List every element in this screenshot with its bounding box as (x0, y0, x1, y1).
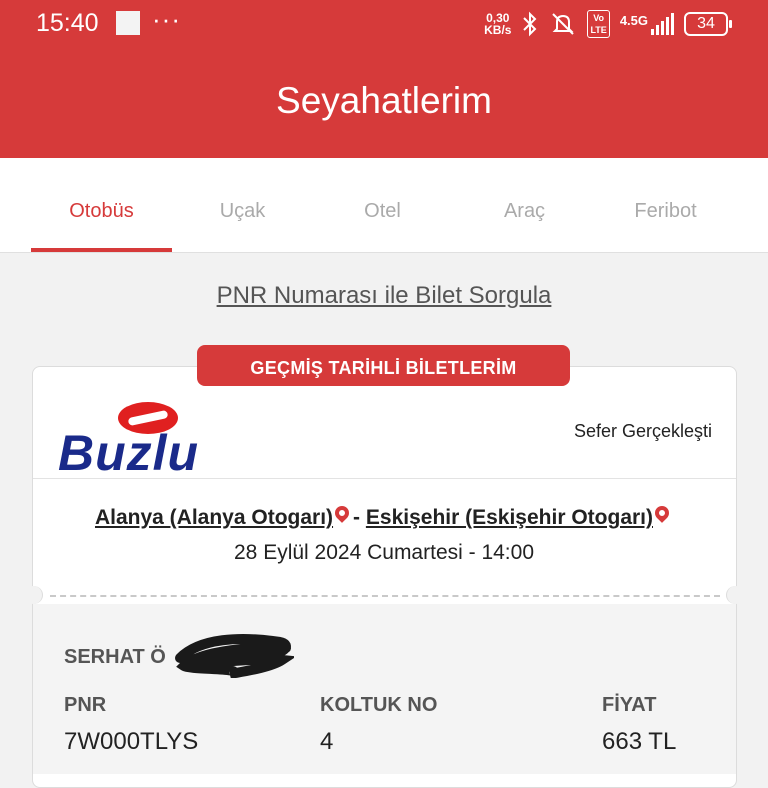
tab-ucak[interactable]: Uçak (172, 158, 313, 252)
past-tickets-badge: GEÇMİŞ TARİHLİ BİLETLERİM (197, 345, 570, 386)
ticket-notch-left (24, 586, 43, 604)
network-speed-unit: KB/s (484, 23, 512, 37)
volte-bottom: LTE (590, 25, 607, 35)
tab-arac[interactable]: Araç (454, 158, 595, 252)
company-logo-text: Buzlu (58, 425, 200, 481)
seat-label: KOLTUK NO (320, 694, 438, 716)
tab-feribot[interactable]: Feribot (595, 158, 736, 252)
ticket-notch-right (726, 586, 745, 604)
route-separator: - (353, 506, 361, 529)
company-logo: Buzlu (58, 402, 248, 481)
bluetooth-icon (523, 11, 537, 37)
seat-value: 4 (320, 728, 334, 755)
mute-icon (552, 13, 575, 35)
origin-location-pin-icon[interactable] (332, 503, 352, 523)
volte-icon: Vo LTE (587, 10, 610, 38)
origin-link[interactable]: Alanya (Alanya Otogarı) (95, 506, 333, 529)
pnr-value: 7W000TLYS (64, 728, 199, 755)
ticket-perforation (50, 595, 720, 597)
battery-level: 34 (697, 15, 715, 32)
price-label: FİYAT (602, 694, 657, 716)
battery-icon: 34 (684, 12, 732, 36)
redaction-scribble (175, 634, 294, 678)
network-type: 4.5G (619, 13, 648, 28)
trip-status: Sefer Gerçekleşti (573, 421, 712, 441)
tab-otel[interactable]: Otel (312, 158, 453, 252)
pnr-query-link[interactable]: PNR Numarası ile Bilet Sorgula (0, 282, 768, 310)
status-bar: 15:40 ··· 0,30 KB/s Vo LTE 4.5G 34 (0, 0, 768, 48)
destination-link[interactable]: Eskişehir (Eskişehir Otogarı) (366, 506, 653, 529)
trip-datetime: 28 Eylül 2024 Cumartesi - 14:00 (234, 541, 534, 564)
tab-bar: Otobüs Uçak Otel Araç Feribot (0, 158, 768, 253)
divider (33, 478, 736, 479)
volte-top: Vo (593, 13, 605, 23)
pnr-label: PNR (64, 694, 107, 716)
signal-icon (651, 13, 674, 35)
tab-otobus[interactable]: Otobüs (31, 158, 172, 252)
app-header: Seyahatlerim (0, 48, 768, 158)
price-value: 663 TL (602, 728, 677, 755)
network-speed: 0,30 KB/s (484, 12, 511, 36)
passenger-name: SERHAT Ö (64, 646, 166, 668)
notification-icon (116, 11, 140, 35)
status-time: 15:40 (36, 9, 99, 37)
page-title: Seyahatlerim (276, 80, 492, 121)
more-notifications-icon: ··· (152, 4, 181, 34)
destination-location-pin-icon[interactable] (652, 503, 672, 523)
route: Alanya (Alanya Otogarı) - Eskişehir (Eski… (0, 503, 768, 530)
